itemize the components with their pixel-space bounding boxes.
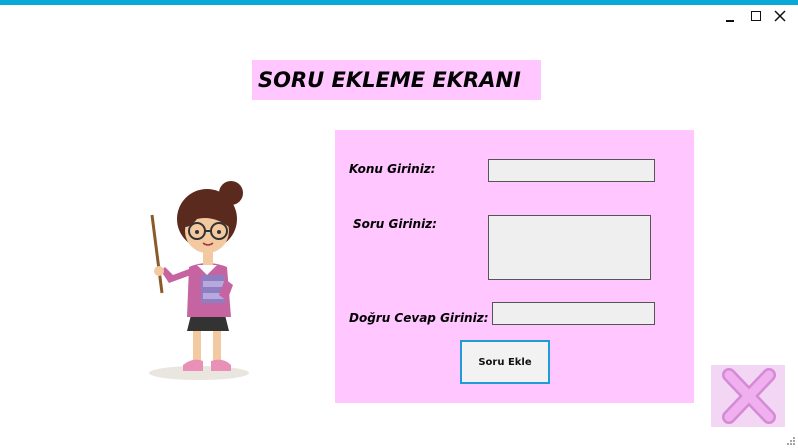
add-question-button[interactable]: Soru Ekle: [460, 340, 550, 384]
question-form-panel: Konu Giriniz: Soru Giriniz: Doğru Cevap …: [335, 130, 694, 403]
close-icon: [774, 10, 786, 22]
minimize-icon: [726, 20, 734, 22]
answer-label: Doğru Cevap Giriniz:: [349, 311, 489, 325]
topic-input[interactable]: [488, 159, 655, 182]
minimize-button[interactable]: [720, 8, 740, 24]
close-window-button[interactable]: [770, 8, 790, 24]
question-textarea[interactable]: [488, 215, 651, 280]
teacher-illustration: [149, 181, 249, 380]
maximize-button[interactable]: [746, 8, 766, 24]
question-label: Soru Giriniz:: [353, 217, 437, 231]
resize-grip-icon[interactable]: [786, 436, 796, 446]
topic-label: Konu Giriniz:: [349, 162, 436, 176]
window-top-border: [0, 0, 798, 5]
pink-x-icon: [722, 368, 776, 424]
page-title: SORU EKLEME EKRANI: [252, 60, 541, 100]
exit-button[interactable]: [711, 365, 785, 427]
answer-input[interactable]: [492, 302, 655, 325]
maximize-icon: [751, 11, 761, 21]
